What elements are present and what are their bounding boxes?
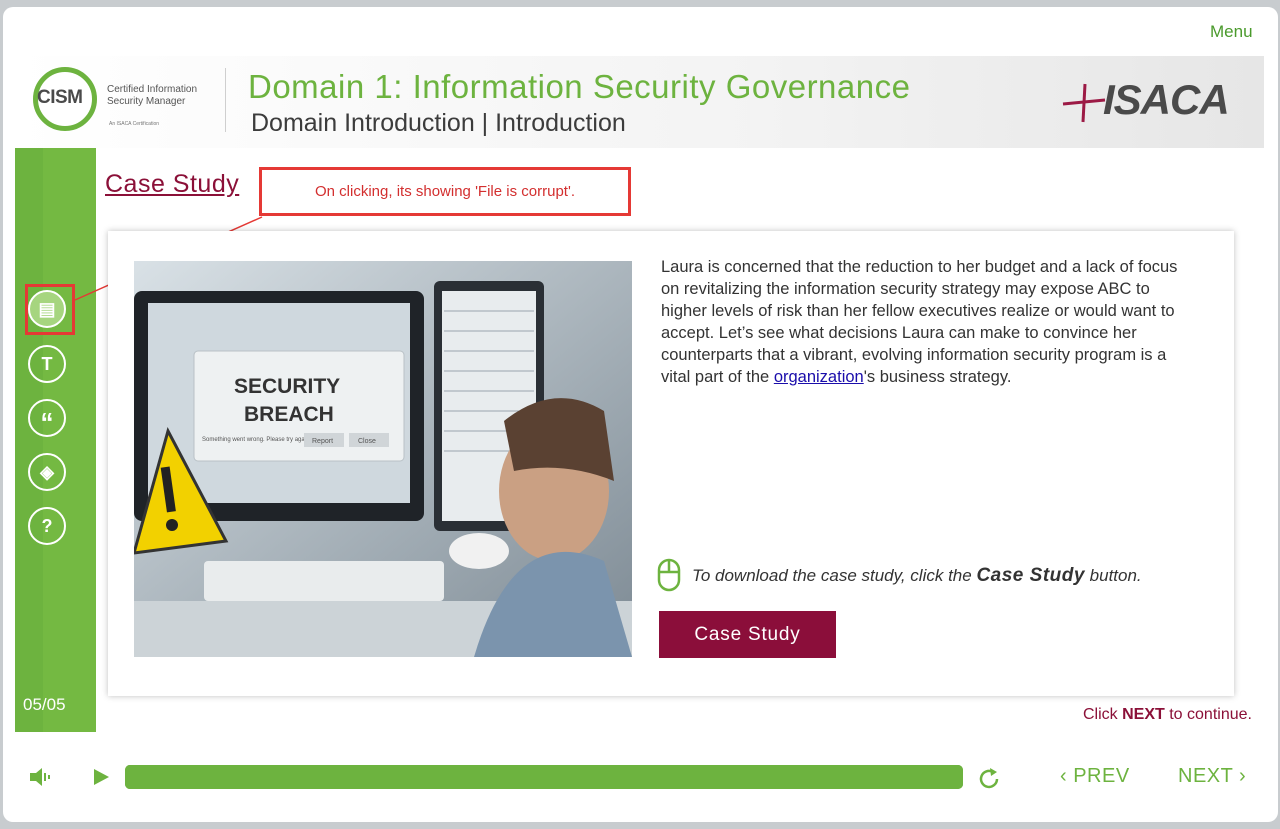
body-text-end: 's business strategy. <box>863 368 1012 386</box>
mouse-icon <box>657 558 681 592</box>
course-header: CISM Certified Information Security Mana… <box>15 56 1264 148</box>
photo-caption-1: SECURITY <box>234 375 340 398</box>
photo-small-text: Something went wrong. Please try again. <box>202 437 311 443</box>
download-instruction: To download the case study, click the Ca… <box>692 565 1142 587</box>
security-breach-illustration: SECURITY BREACH Something went wrong. Pl… <box>134 261 632 657</box>
audio-icon[interactable] <box>28 766 52 788</box>
isaca-star-icon <box>1062 83 1106 123</box>
sidebar-inner <box>43 148 96 732</box>
case-study-button[interactable]: Case Study <box>659 611 836 658</box>
annotation-highlight-box <box>25 284 75 335</box>
case-study-description: Laura is concerned that the reduction to… <box>661 256 1181 388</box>
chevron-right-icon: › <box>1232 765 1247 787</box>
cism-logo-subtitle: Certified Information Security Manager <box>107 84 197 108</box>
sidebar-transcript-button[interactable]: T <box>28 345 66 383</box>
page-counter: 05/05 <box>23 695 66 714</box>
play-icon[interactable] <box>92 767 110 787</box>
layers-icon: ◈ <box>40 461 54 482</box>
case-study-photo: SECURITY BREACH Something went wrong. Pl… <box>134 261 632 657</box>
isaca-logo-text: ISACA <box>1103 76 1230 123</box>
prev-button[interactable]: ‹ PREV <box>1060 765 1130 788</box>
page-title: Domain 1: Information Security Governanc… <box>248 68 911 105</box>
download-suffix: button. <box>1084 566 1142 585</box>
photo-caption-2: BREACH <box>244 403 334 426</box>
progress-fill <box>125 765 963 789</box>
chevron-left-icon: ‹ <box>1060 765 1074 787</box>
download-bold: Case Study <box>976 565 1085 586</box>
sidebar-quote-button[interactable]: “ <box>28 399 66 437</box>
cism-sub-line2: Security Manager <box>107 96 186 107</box>
cism-sub-line1: Certified Information <box>107 84 198 95</box>
body-text-main: Laura is concerned that the reduction to… <box>661 258 1178 386</box>
photo-close-label: Close <box>358 438 376 445</box>
next-button[interactable]: NEXT › <box>1178 765 1246 788</box>
sidebar <box>15 148 96 732</box>
progress-bar[interactable] <box>125 765 963 789</box>
next-hint-bold: NEXT <box>1122 706 1165 723</box>
sidebar-layers-button[interactable]: ◈ <box>28 453 66 491</box>
next-hint: Click NEXT to continue. <box>1083 706 1252 724</box>
photo-report-label: Report <box>312 438 333 445</box>
next-hint-suffix: to continue. <box>1164 706 1252 723</box>
isaca-logo: ISACA <box>1055 76 1245 126</box>
annotation-callout-text: On clicking, its showing 'File is corrup… <box>315 183 575 200</box>
menu-link[interactable]: Menu <box>1210 22 1253 42</box>
cism-logo: CISM Certified Information Security Mana… <box>33 66 205 136</box>
cism-logo-text: CISM <box>37 87 83 108</box>
organization-link[interactable]: organization <box>774 368 864 386</box>
cism-logo-small: An ISACA Certification <box>109 121 160 127</box>
section-title: Case Study <box>105 170 240 198</box>
transcript-icon: T <box>41 353 53 374</box>
next-label: NEXT <box>1178 765 1233 787</box>
page-subtitle: Domain Introduction | Introduction <box>251 109 626 137</box>
header-divider <box>225 68 226 132</box>
help-icon: ? <box>41 515 53 536</box>
replay-icon[interactable] <box>976 766 1002 792</box>
quote-icon: “ <box>40 407 54 437</box>
download-prefix: To download the case study, click the <box>692 566 977 585</box>
annotation-callout: On clicking, its showing 'File is corrup… <box>259 167 631 216</box>
sidebar-help-button[interactable]: ? <box>28 507 66 545</box>
prev-label: PREV <box>1073 765 1130 787</box>
next-hint-prefix: Click <box>1083 706 1123 723</box>
